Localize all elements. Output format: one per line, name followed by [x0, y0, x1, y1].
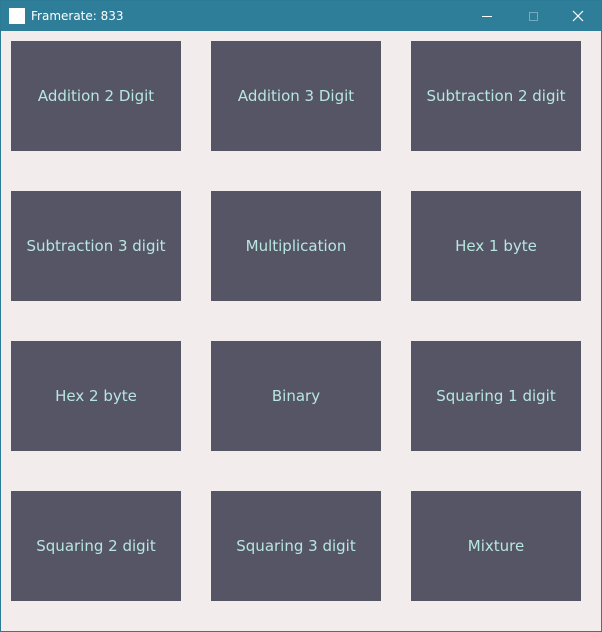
maximize-button[interactable]: [510, 1, 556, 31]
tile-squaring-1-digit[interactable]: Squaring 1 digit: [411, 341, 581, 451]
close-icon: [572, 10, 584, 22]
maximize-icon: [528, 11, 538, 21]
tile-multiplication[interactable]: Multiplication: [211, 191, 381, 301]
minimize-button[interactable]: [464, 1, 510, 31]
window-title: Framerate: 833: [31, 9, 124, 23]
tile-addition-2-digit[interactable]: Addition 2 Digit: [11, 41, 181, 151]
close-button[interactable]: [555, 1, 601, 31]
tile-squaring-2-digit[interactable]: Squaring 2 digit: [11, 491, 181, 601]
tile-hex-2-byte[interactable]: Hex 2 byte: [11, 341, 181, 451]
tile-subtraction-3-digit[interactable]: Subtraction 3 digit: [11, 191, 181, 301]
app-icon: [9, 8, 25, 24]
tile-binary[interactable]: Binary: [211, 341, 381, 451]
title-bar[interactable]: Framerate: 833: [1, 1, 601, 31]
tile-hex-1-byte[interactable]: Hex 1 byte: [411, 191, 581, 301]
tile-mixture[interactable]: Mixture: [411, 491, 581, 601]
app-window: Framerate: 833 Addition 2 Digit Addition…: [0, 0, 602, 632]
tile-subtraction-2-digit[interactable]: Subtraction 2 digit: [411, 41, 581, 151]
tile-squaring-3-digit[interactable]: Squaring 3 digit: [211, 491, 381, 601]
minimize-icon: [482, 15, 492, 17]
tile-addition-3-digit[interactable]: Addition 3 Digit: [211, 41, 381, 151]
